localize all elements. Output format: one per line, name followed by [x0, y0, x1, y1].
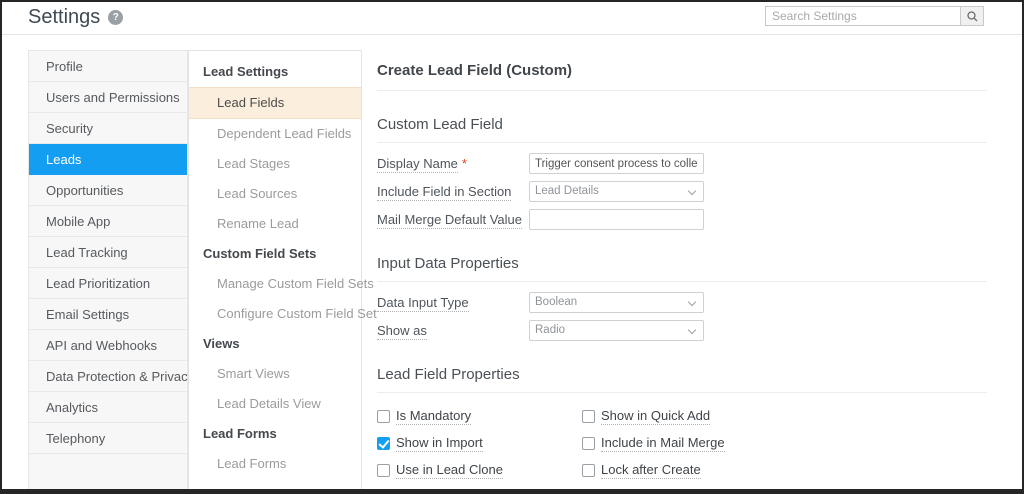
subnav-item-smart-views[interactable]: Smart Views: [189, 359, 361, 389]
sidebar-item-leads[interactable]: Leads: [29, 144, 187, 175]
sidebar-item-api-and-webhooks[interactable]: API and Webhooks: [29, 330, 187, 361]
checkbox-column-2: Show in Quick Add Include in Mail Merge …: [582, 406, 787, 487]
selected-value: Radio: [535, 324, 566, 336]
show-as-label: Show as: [377, 323, 427, 340]
section-custom-lead-field: Custom Lead Field: [377, 116, 987, 143]
lock-after-create-checkbox[interactable]: [582, 463, 595, 477]
show-in-import-option[interactable]: Show in Import: [377, 433, 582, 453]
subnav-item-manage-custom-field-sets[interactable]: Manage Custom Field Sets: [189, 269, 374, 299]
subnav-item-dependent-lead-fields[interactable]: Dependent Lead Fields: [189, 119, 361, 149]
display-name-label: Display Name *: [377, 156, 467, 173]
subnav-item-rename-lead[interactable]: Rename Lead: [189, 209, 361, 239]
selected-value: Lead Details: [535, 185, 599, 197]
include-in-mail-merge-checkbox[interactable]: [582, 436, 595, 450]
sidebar-item-users-and-permissions[interactable]: Users and Permissions: [29, 82, 187, 113]
subnav-item-configure-custom-field-set[interactable]: Configure Custom Field Set: [189, 299, 377, 329]
sidebar-item-telephony[interactable]: Telephony: [29, 423, 187, 454]
is-mandatory-option[interactable]: Is Mandatory: [377, 406, 582, 426]
sidebar-item-data-protection[interactable]: Data Protection & Privacy: [29, 361, 194, 392]
search-button[interactable]: [961, 6, 984, 26]
show-as-row: Show as Radio: [377, 320, 1010, 341]
include-field-in-section-select[interactable]: Lead Details: [529, 181, 704, 202]
include-field-in-section-label: Include Field in Section: [377, 184, 512, 201]
chevron-down-icon: [687, 297, 697, 307]
show-in-quick-add-checkbox[interactable]: [582, 409, 595, 423]
header: Settings?: [2, 2, 1022, 35]
mail-merge-default-value-label: Mail Merge Default Value: [377, 212, 522, 229]
include-in-mail-merge-option[interactable]: Include in Mail Merge: [582, 433, 787, 453]
chevron-down-icon: [687, 325, 697, 335]
form-title: Create Lead Field (Custom): [377, 62, 987, 91]
sidebar-item-security[interactable]: Security: [29, 113, 187, 144]
show-in-quick-add-option[interactable]: Show in Quick Add: [582, 406, 787, 426]
main-content: Create Lead Field (Custom) Custom Lead F…: [377, 50, 1010, 489]
page-title: Settings?: [28, 6, 124, 29]
subnav-group-views: Views: [203, 336, 240, 351]
chevron-down-icon: [687, 186, 697, 196]
page-title-text: Settings: [28, 6, 101, 28]
checkbox-column-1: Is Mandatory Show in Import Use in Lead …: [377, 406, 582, 487]
subnav-item-lead-forms[interactable]: Lead Forms: [189, 449, 361, 479]
sidebar-item-analytics[interactable]: Analytics: [29, 392, 187, 423]
subnav-group-custom-field-sets: Custom Field Sets: [203, 246, 317, 261]
help-icon[interactable]: ?: [108, 10, 124, 25]
section-lead-field-properties: Lead Field Properties: [377, 366, 987, 393]
lead-settings-subnav: Lead Settings Lead Fields Dependent Lead…: [188, 50, 377, 489]
sidebar-item-lead-tracking[interactable]: Lead Tracking: [29, 237, 187, 268]
selected-value: Boolean: [535, 296, 578, 308]
show-as-select[interactable]: Radio: [529, 320, 704, 341]
subnav-item-lead-fields[interactable]: Lead Fields: [189, 87, 361, 119]
settings-search: [765, 6, 984, 26]
lead-field-properties-grid: Is Mandatory Show in Import Use in Lead …: [377, 406, 1010, 487]
data-input-type-label: Data Input Type: [377, 295, 469, 312]
use-in-lead-clone-checkbox[interactable]: [377, 463, 390, 477]
section-input-data-properties: Input Data Properties: [377, 255, 987, 282]
display-name-field[interactable]: [529, 153, 704, 174]
sidebar-item-profile[interactable]: Profile: [29, 51, 187, 82]
use-in-lead-clone-option[interactable]: Use in Lead Clone: [377, 460, 582, 480]
required-marker: *: [461, 156, 467, 171]
settings-sidebar: Profile Users and Permissions Security L…: [28, 50, 194, 489]
subnav-item-lead-details-view[interactable]: Lead Details View: [189, 389, 361, 419]
data-input-type-row: Data Input Type Boolean: [377, 292, 1010, 313]
subnav-item-lead-sources[interactable]: Lead Sources: [189, 179, 361, 209]
subnav-group-lead-settings: Lead Settings: [203, 64, 289, 79]
search-icon: [966, 10, 977, 21]
lock-after-create-option[interactable]: Lock after Create: [582, 460, 787, 480]
sidebar-item-mobile-app[interactable]: Mobile App: [29, 206, 187, 237]
display-name-row: Display Name *: [377, 153, 1010, 174]
search-input[interactable]: [765, 6, 961, 26]
sidebar-item-email-settings[interactable]: Email Settings: [29, 299, 187, 330]
show-in-import-checkbox[interactable]: [377, 436, 390, 450]
sidebar-item-opportunities[interactable]: Opportunities: [29, 175, 187, 206]
include-field-in-section-row: Include Field in Section Lead Details: [377, 181, 1010, 202]
is-mandatory-checkbox[interactable]: [377, 409, 390, 423]
sidebar-item-lead-prioritization[interactable]: Lead Prioritization: [29, 268, 187, 299]
subnav-item-lead-stages[interactable]: Lead Stages: [189, 149, 361, 179]
mail-merge-default-value-field[interactable]: [529, 209, 704, 230]
mail-merge-default-value-row: Mail Merge Default Value: [377, 209, 1010, 230]
subnav-group-lead-forms: Lead Forms: [203, 426, 277, 441]
data-input-type-select[interactable]: Boolean: [529, 292, 704, 313]
settings-page: Settings? Profile Users and Permissions …: [0, 0, 1024, 494]
